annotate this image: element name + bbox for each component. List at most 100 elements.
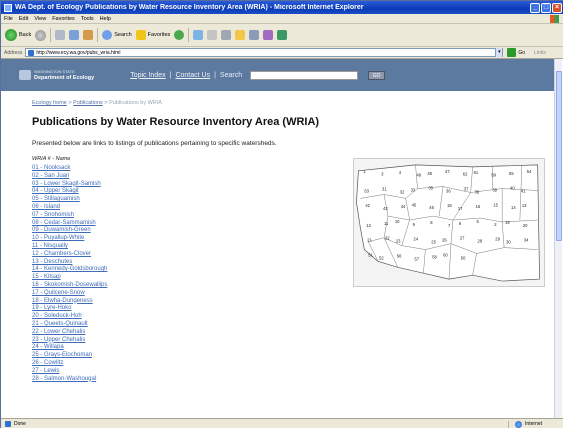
- map-region-label[interactable]: 37: [464, 187, 469, 192]
- map-region-label[interactable]: 45: [412, 202, 417, 207]
- wria-link[interactable]: 02 - San Juan: [32, 173, 69, 179]
- map-region-label[interactable]: 50: [461, 255, 466, 260]
- mail-icon[interactable]: [207, 30, 218, 40]
- map-region-label[interactable]: 15: [493, 202, 498, 207]
- map-region-label[interactable]: 20: [523, 223, 528, 228]
- washington-map-image[interactable]: 13 449 48 4762 6159 55 5453 3132 33 3536 3738 39 404…: [354, 159, 544, 286]
- forward-button[interactable]: [35, 29, 47, 41]
- map-region-label[interactable]: 11: [384, 221, 389, 226]
- stop-icon[interactable]: [55, 30, 66, 40]
- wria-link[interactable]: 09 - Duwamish-Green: [32, 227, 91, 233]
- menu-edit[interactable]: Edit: [19, 16, 28, 22]
- wria-link[interactable]: 24 - Willapa: [32, 344, 64, 350]
- map-region-label[interactable]: 53: [364, 188, 369, 193]
- map-region-label[interactable]: 38: [475, 189, 480, 194]
- wria-link[interactable]: 19 - Lyre-Hoko: [32, 305, 71, 311]
- wria-link[interactable]: 23 - Upper Chehalis: [32, 337, 85, 343]
- breadcrumb-home-link[interactable]: Ecology home: [32, 100, 67, 106]
- links-button[interactable]: Links: [534, 50, 546, 56]
- map-region-label[interactable]: 48: [427, 171, 432, 176]
- edit-icon[interactable]: [235, 30, 246, 40]
- map-region-label[interactable]: 26: [442, 238, 447, 243]
- wria-link[interactable]: 12 - Chambers-Clover: [32, 251, 91, 257]
- messenger-icon[interactable]: [263, 30, 274, 40]
- map-region-label[interactable]: 18: [447, 203, 452, 208]
- wria-link[interactable]: 15 - Kitsap: [32, 274, 61, 280]
- wria-link[interactable]: 05 - Stillaguamish: [32, 196, 80, 202]
- wria-link[interactable]: 21 - Queets-Quinault: [32, 321, 88, 327]
- wria-link[interactable]: 04 - Upper Skagit: [32, 188, 79, 194]
- map-region-label[interactable]: 29: [495, 237, 500, 242]
- map-region-label[interactable]: 22: [385, 236, 390, 241]
- agency-name[interactable]: WASHINGTON STATE Department of Ecology: [34, 68, 94, 82]
- map-region-label[interactable]: 12: [366, 223, 371, 228]
- map-region-label[interactable]: 42: [365, 203, 370, 208]
- map-region-label[interactable]: 16: [476, 204, 481, 209]
- map-region-label[interactable]: 44: [401, 204, 406, 209]
- wria-link[interactable]: 11 - Nisqually: [32, 243, 68, 249]
- discuss-icon[interactable]: [249, 30, 260, 40]
- map-region-label[interactable]: 24: [414, 237, 419, 242]
- refresh-icon[interactable]: [69, 30, 80, 40]
- wria-link[interactable]: 10 - Puyallup-White: [32, 235, 84, 241]
- maximize-button[interactable]: □: [541, 2, 551, 13]
- breadcrumb-publications-link[interactable]: Publications: [73, 100, 103, 106]
- map-region-label[interactable]: 25: [431, 240, 436, 245]
- map-region-label[interactable]: 19: [505, 220, 510, 225]
- map-region-label[interactable]: 52: [379, 255, 384, 260]
- map-region-label[interactable]: 10: [395, 219, 400, 224]
- menu-file[interactable]: File: [4, 16, 13, 22]
- wria-link[interactable]: 01 - Nooksack: [32, 165, 70, 171]
- wria-link[interactable]: 28 - Salmon-Washougal: [32, 376, 96, 382]
- wria-link[interactable]: 08 - Cedar-Sammamish: [32, 220, 96, 226]
- map-region-label[interactable]: 28: [478, 239, 483, 244]
- map-region-label[interactable]: 30: [506, 240, 511, 245]
- search-button[interactable]: Search: [102, 30, 132, 40]
- wria-link[interactable]: 18 - Elwha-Dungeness: [32, 298, 93, 304]
- map-region-label[interactable]: 51: [368, 252, 373, 257]
- map-region-label[interactable]: 32: [400, 189, 405, 194]
- map-region-label[interactable]: 46: [429, 205, 434, 210]
- wria-link[interactable]: 27 - Lewis: [32, 368, 59, 374]
- map-region-label[interactable]: 60: [443, 252, 448, 257]
- research-icon[interactable]: [277, 30, 288, 40]
- topic-index-link[interactable]: Topic Index: [130, 72, 165, 79]
- back-button[interactable]: Back: [5, 29, 31, 41]
- media-icon[interactable]: [174, 30, 185, 40]
- wria-link[interactable]: 22 - Lower Chehalis: [32, 329, 85, 335]
- home-icon[interactable]: [83, 30, 94, 40]
- go-button[interactable]: Go: [507, 48, 525, 57]
- map-region-label[interactable]: 57: [415, 256, 420, 261]
- map-region-label[interactable]: 34: [524, 238, 529, 243]
- map-region-label[interactable]: 61: [474, 170, 479, 175]
- wria-link[interactable]: 25 - Grays-Elochoman: [32, 352, 92, 358]
- wria-link[interactable]: 17 - Quilcene-Snow: [32, 290, 85, 296]
- menu-favorites[interactable]: Favorites: [52, 16, 75, 22]
- map-region-label[interactable]: 13: [522, 203, 527, 208]
- map-region-label[interactable]: 47: [445, 169, 450, 174]
- site-search-input[interactable]: [250, 70, 359, 80]
- menu-view[interactable]: View: [34, 16, 46, 22]
- contact-us-link[interactable]: Contact Us: [175, 72, 210, 79]
- site-search-go-button[interactable]: GO: [368, 70, 386, 80]
- map-region-label[interactable]: 43: [383, 206, 388, 211]
- map-region-label[interactable]: 35: [428, 186, 433, 191]
- menu-tools[interactable]: Tools: [81, 16, 94, 22]
- map-region-label[interactable]: 14: [511, 205, 516, 210]
- close-button[interactable]: ×: [552, 2, 562, 13]
- map-region-label[interactable]: 40: [510, 186, 515, 191]
- menu-help[interactable]: Help: [100, 16, 111, 22]
- wria-link[interactable]: 14 - Kennedy-Goldsborough: [32, 266, 107, 272]
- wria-link[interactable]: 26 - Cowlitz: [32, 360, 63, 366]
- address-dropdown-icon[interactable]: ▾: [495, 48, 503, 57]
- wria-link[interactable]: 13 - Deschutes: [32, 259, 72, 265]
- map-region-label[interactable]: 23: [396, 239, 401, 244]
- map-region-label[interactable]: 56: [397, 253, 402, 258]
- history-icon[interactable]: [193, 30, 204, 40]
- ecology-logo-icon[interactable]: [19, 70, 31, 80]
- address-input[interactable]: http://www.ecy.wa.gov/pubs_wria.html ▾: [25, 48, 504, 57]
- map-region-label[interactable]: 21: [367, 238, 372, 243]
- map-region-label[interactable]: 17: [458, 206, 463, 211]
- map-region-label[interactable]: 58: [432, 254, 437, 259]
- map-region-label[interactable]: 55: [509, 171, 514, 176]
